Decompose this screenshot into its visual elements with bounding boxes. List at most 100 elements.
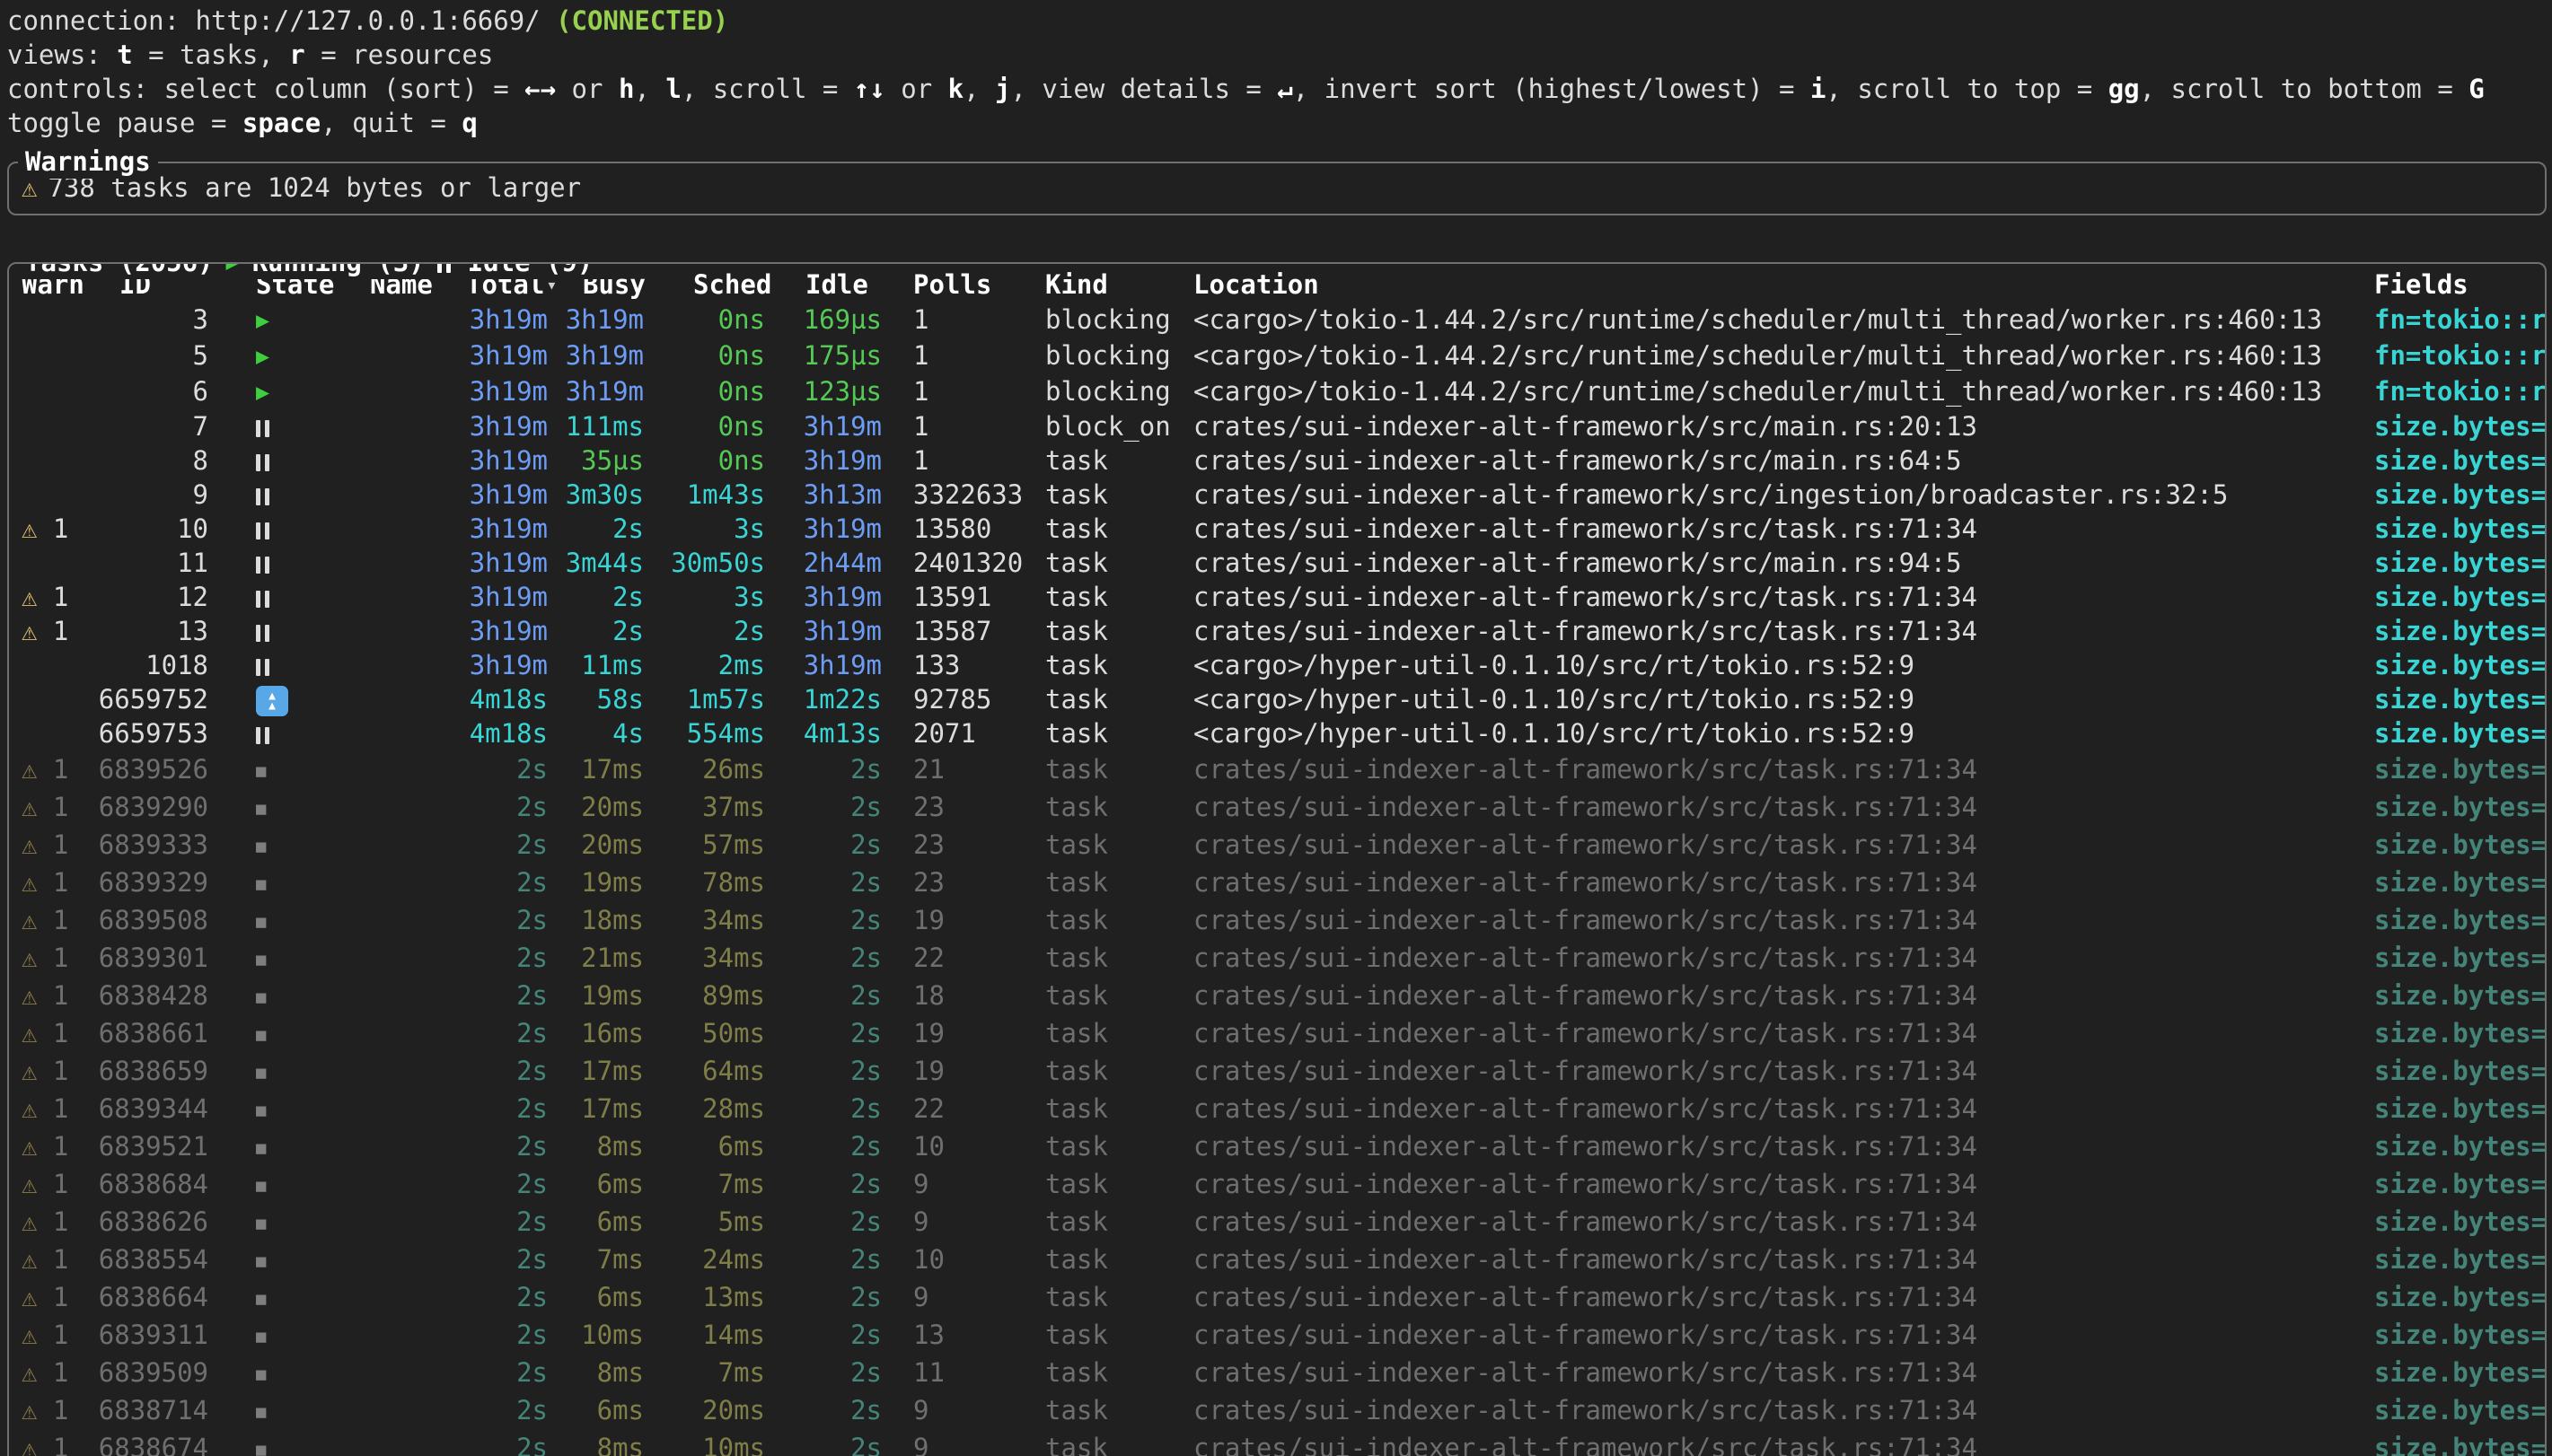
tasks-table[interactable]: WarnIDStateNameTotal▾BusySchedIdlePollsK… [9,268,2545,1456]
text-segment: connection: http://127.0.0.1:6669/ [7,5,556,36]
cell-id: 6838684 [97,1165,233,1203]
text-segment: , scroll = [682,74,854,104]
task-row[interactable]: 113h19m3m44s30m50s2h44m2401320taskcrates… [9,546,2545,580]
duration-value: 2s [734,616,765,646]
text-segment: l [665,74,681,104]
duration-value: 3h19m [804,650,882,680]
fields-value: size.bytes= [2374,548,2545,578]
cell-name [348,1391,444,1429]
task-row[interactable]: 66597534m18s4s554ms4m13s2071task<cargo>/… [9,716,2545,750]
duration-value: 34ms [702,943,765,973]
cell-id: 6839508 [97,901,233,939]
task-row[interactable]: ⚠ 16839521■2s8ms6ms2s10taskcrates/sui-in… [9,1127,2545,1165]
duration-value: 2s [516,1433,548,1456]
views-line: views: t = tasks, r = resources [7,38,2552,72]
cell-sched: 7ms [671,1354,783,1391]
task-row[interactable]: ⚠ 1123h19m2s3s3h19m13591taskcrates/sui-i… [9,580,2545,614]
cell-warn [9,302,97,338]
col-header-fields[interactable]: Fields [2352,268,2545,302]
task-row[interactable]: ⚠ 16838626■2s6ms5ms2s9taskcrates/sui-ind… [9,1203,2545,1241]
duration-value: 3m30s [566,479,644,510]
cell-total: 3h19m [444,546,560,580]
cell-polls: 133 [891,648,1023,682]
task-row[interactable]: 3▶3h19m3h19m0ns169µs1blocking<cargo>/tok… [9,302,2545,338]
cell-kind: task [1023,1090,1171,1127]
col-header-sched[interactable]: Sched [671,268,783,302]
task-row[interactable]: ⚠ 16838714■2s6ms20ms2s9taskcrates/sui-in… [9,1391,2545,1429]
task-row[interactable]: 93h19m3m30s1m43s3h13m3322633taskcrates/s… [9,478,2545,512]
cell-fields: size.bytes= [2352,1090,2545,1127]
task-row[interactable]: ⚠ 16839333■2s20ms57ms2s23taskcrates/sui-… [9,826,2545,864]
task-row[interactable]: ⚠ 16838428■2s19ms89ms2s18taskcrates/sui-… [9,977,2545,1014]
cell-name [348,580,444,614]
cell-polls: 9 [891,1278,1023,1316]
task-row[interactable]: 10183h19m11ms2ms3h19m133task<cargo>/hype… [9,648,2545,682]
cell-warn [9,682,97,716]
cell-polls: 23 [891,864,1023,901]
task-row[interactable]: ⚠ 16839301■2s21ms34ms2s22taskcrates/sui-… [9,939,2545,977]
cell-kind: task [1023,546,1171,580]
cell-polls: 13591 [891,580,1023,614]
task-row[interactable]: ⚠ 16839344■2s17ms28ms2s22taskcrates/sui-… [9,1090,2545,1127]
task-row[interactable]: 83h19m35µs0ns3h19m1taskcrates/sui-indexe… [9,443,2545,478]
task-row[interactable]: ⚠ 16839311■2s10ms14ms2s13taskcrates/sui-… [9,1316,2545,1354]
task-row[interactable]: ⚠ 16839508■2s18ms34ms2s19taskcrates/sui-… [9,901,2545,939]
col-header-location[interactable]: Location [1171,268,2352,302]
task-row[interactable]: 5▶3h19m3h19m0ns175µs1blocking<cargo>/tok… [9,338,2545,373]
task-row[interactable]: ⚠ 16838661■2s16ms50ms2s19taskcrates/sui-… [9,1014,2545,1052]
cell-kind: task [1023,977,1171,1014]
cell-fields: size.bytes= [2352,478,2545,512]
cell-state: ■ [233,901,348,939]
task-row[interactable]: 6659752▲▲4m18s58s1m57s1m22s92785task<car… [9,682,2545,716]
cell-busy: 10ms [560,1316,671,1354]
task-row[interactable]: ⚠ 16838554■2s7ms24ms2s10taskcrates/sui-i… [9,1241,2545,1278]
cell-busy: 6ms [560,1203,671,1241]
running-state-icon: ▶ [256,379,269,405]
warning-icon: ⚠ [22,1206,37,1237]
task-row[interactable]: ⚠ 16838664■2s6ms13ms2s9taskcrates/sui-in… [9,1278,2545,1316]
task-row[interactable]: ⚠ 16839290■2s20ms37ms2s23taskcrates/sui-… [9,788,2545,826]
fields-value: size.bytes= [2374,943,2545,973]
task-row[interactable]: ⚠ 16838684■2s6ms7ms2s9taskcrates/sui-ind… [9,1165,2545,1203]
cell-id: 6839344 [97,1090,233,1127]
fields-value: size.bytes= [2374,867,2545,898]
cell-kind: task [1023,614,1171,648]
col-header-kind[interactable]: Kind [1023,268,1171,302]
cell-id: 5 [97,338,233,373]
cell-warn: ⚠ 1 [9,864,97,901]
task-row[interactable]: 6▶3h19m3h19m0ns123µs1blocking<cargo>/tok… [9,373,2545,409]
duration-value: 3h19m [470,376,548,407]
cell-fields: size.bytes= [2352,648,2545,682]
text-segment: j [995,74,1010,104]
duration-value: 4m18s [470,684,548,715]
cell-warn: ⚠ 1 [9,750,97,788]
cell-sched: 20ms [671,1391,783,1429]
cell-idle: 3h19m [783,512,891,546]
duration-value: 3h19m [566,376,644,407]
cell-name [348,1127,444,1165]
cell-idle: 2s [783,1278,891,1316]
duration-value: 17ms [581,1093,644,1124]
warning-icon: ⚠ [22,1395,37,1425]
col-header-idle[interactable]: Idle [783,268,891,302]
task-row[interactable]: ⚠ 16838659■2s17ms64ms2s19taskcrates/sui-… [9,1052,2545,1090]
fields-value: size.bytes= [2374,1131,2545,1162]
task-row[interactable]: ⚠ 16839509■2s8ms7ms2s11taskcrates/sui-in… [9,1354,2545,1391]
task-row[interactable]: ⚠ 1133h19m2s2s3h19m13587taskcrates/sui-i… [9,614,2545,648]
fields-value: size.bytes= [2374,445,2545,476]
warning-icon: ⚠ [22,1056,37,1086]
task-row[interactable]: ⚠ 1103h19m2s3s3h19m13580taskcrates/sui-i… [9,512,2545,546]
cell-state: ■ [233,750,348,788]
cell-warn: ⚠ 1 [9,1278,97,1316]
task-row[interactable]: 73h19m111ms0ns3h19m1block_oncrates/sui-i… [9,409,2545,443]
pause-state-icon [256,546,274,580]
cell-polls: 9 [891,1429,1023,1456]
task-row[interactable]: ⚠ 16839526■2s17ms26ms2s21taskcrates/sui-… [9,750,2545,788]
col-header-polls[interactable]: Polls [891,268,1023,302]
task-row[interactable]: ⚠ 16838674■2s8ms10ms2s9taskcrates/sui-in… [9,1429,2545,1456]
task-row[interactable]: ⚠ 16839329■2s19ms78ms2s23taskcrates/sui-… [9,864,2545,901]
cell-idle: 2s [783,901,891,939]
cell-sched: 6ms [671,1127,783,1165]
duration-value: 1m43s [687,479,765,510]
duration-value: 2ms [718,650,765,680]
